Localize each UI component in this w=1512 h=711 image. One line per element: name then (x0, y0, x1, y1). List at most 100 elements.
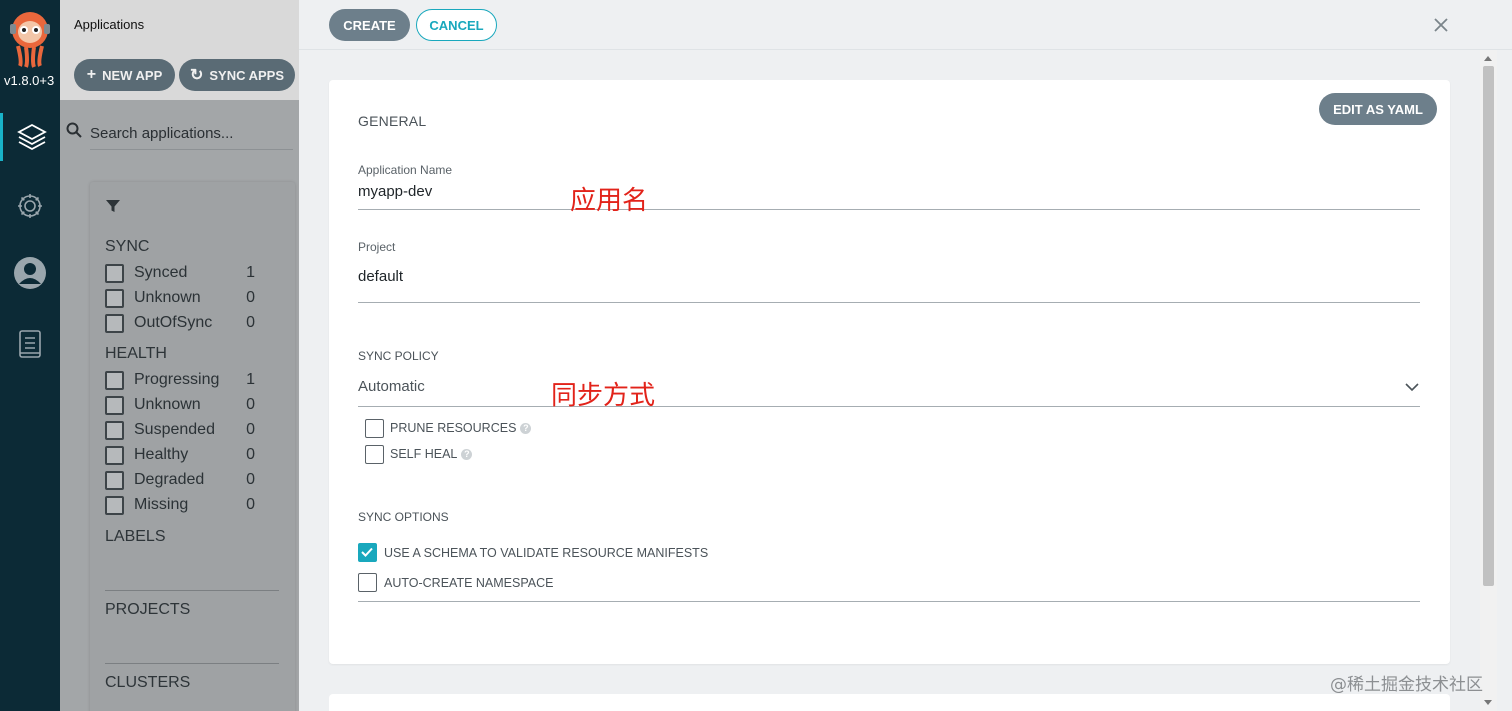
project-input[interactable]: default (358, 268, 403, 285)
help-icon[interactable]: ? (520, 422, 532, 434)
divider (105, 590, 279, 591)
scroll-down-arrow-icon[interactable] (1484, 700, 1492, 705)
filter-synced[interactable]: Synced 1 (105, 261, 255, 285)
prune-resources-checkbox[interactable] (365, 419, 384, 438)
filter-label: Healthy (134, 446, 189, 463)
nav-settings[interactable] (0, 182, 60, 230)
filter-label: Suspended (134, 421, 215, 438)
applications-header: Applications + NEW APP ↻ SYNC APPS (60, 0, 299, 100)
filter-count: 0 (246, 289, 255, 306)
general-card: EDIT AS YAML GENERAL Application Name my… (329, 80, 1450, 664)
docs-icon (19, 330, 41, 358)
projects-filter-title: PROJECTS (105, 601, 191, 618)
general-section-title: GENERAL (358, 113, 427, 129)
filter-progressing[interactable]: Progressing 1 (105, 368, 255, 392)
sync-filter-title: SYNC (105, 238, 150, 255)
input-underline (358, 209, 1420, 210)
sync-policy-select[interactable]: Automatic (358, 378, 425, 395)
filter-count: 1 (246, 371, 255, 388)
annotation-sync-policy: 同步方式 (551, 381, 656, 411)
filter-count: 0 (246, 421, 255, 438)
new-app-button[interactable]: + NEW APP (74, 59, 175, 91)
help-icon[interactable]: ? (461, 448, 473, 460)
checkbox[interactable] (105, 313, 124, 333)
health-filter-title: HEALTH (105, 345, 167, 362)
checkbox[interactable] (105, 470, 124, 490)
self-heal-checkbox[interactable] (365, 445, 384, 464)
create-button[interactable]: CREATE (329, 9, 410, 41)
filter-label: Degraded (134, 471, 205, 488)
project-label: Project (358, 240, 396, 254)
cancel-button[interactable]: CANCEL (416, 9, 497, 41)
chevron-down-icon[interactable] (1405, 380, 1419, 394)
filter-box: SYNC Synced 1 Unknown 0 OutOfSync 0 HEAL… (90, 182, 295, 711)
filter-label: Unknown (134, 289, 201, 306)
filter-label: Missing (134, 496, 189, 513)
filter-count: 0 (246, 496, 255, 513)
clusters-filter-title: CLUSTERS (105, 674, 191, 691)
check-icon (361, 547, 373, 557)
checkbox[interactable] (105, 445, 124, 465)
argo-logo[interactable] (8, 10, 52, 68)
search-icon (66, 122, 82, 138)
nav-rail: v1.8.0+3 (0, 0, 60, 711)
sync-icon: ↻ (189, 67, 204, 84)
checkbox[interactable] (105, 495, 124, 515)
user-icon (14, 257, 46, 289)
select-underline (358, 406, 1420, 407)
edit-as-yaml-button[interactable]: EDIT AS YAML (1319, 93, 1437, 125)
scrollbar[interactable] (1480, 50, 1497, 711)
self-heal-option: SELF HEAL ? (390, 447, 473, 461)
nav-applications[interactable] (0, 113, 60, 161)
page-title: Applications (74, 17, 145, 32)
filter-count: 0 (246, 471, 255, 488)
filter-count: 0 (246, 446, 255, 463)
filter-degraded[interactable]: Degraded 0 (105, 468, 255, 492)
filter-label: Progressing (134, 371, 220, 388)
layers-icon (16, 123, 47, 151)
nav-user-info[interactable] (0, 249, 60, 297)
source-card (329, 694, 1450, 711)
sync-apps-button[interactable]: ↻ SYNC APPS (179, 59, 295, 91)
search-bar (60, 110, 299, 150)
sync-apps-label: SYNC APPS (209, 67, 285, 83)
checkbox[interactable] (105, 288, 124, 308)
applications-panel: Applications + NEW APP ↻ SYNC APPS SYNC … (60, 0, 299, 711)
close-icon[interactable] (1432, 16, 1450, 34)
watermark: @稀土掘金技术社区 (1330, 675, 1483, 695)
scroll-up-arrow-icon[interactable] (1484, 56, 1492, 61)
filter-label: Synced (134, 264, 188, 281)
checkbox[interactable] (105, 395, 124, 415)
filter-health-unknown[interactable]: Unknown 0 (105, 393, 255, 417)
filter-count: 1 (246, 264, 255, 281)
self-heal-label: SELF HEAL (390, 447, 458, 461)
filter-missing[interactable]: Missing 0 (105, 493, 255, 517)
filter-sync-unknown[interactable]: Unknown 0 (105, 286, 255, 310)
panel-toolbar: CREATE CANCEL (299, 0, 1512, 50)
filter-healthy[interactable]: Healthy 0 (105, 443, 255, 467)
filter-suspended[interactable]: Suspended 0 (105, 418, 255, 442)
scrollbar-thumb[interactable] (1483, 66, 1494, 586)
validate-schema-label: USE A SCHEMA TO VALIDATE RESOURCE MANIFE… (384, 546, 709, 560)
filter-count: 0 (246, 396, 255, 413)
filter-label: Unknown (134, 396, 201, 413)
input-underline (358, 302, 1420, 303)
divider (105, 663, 279, 664)
auto-create-namespace-checkbox[interactable] (358, 573, 377, 592)
search-input[interactable] (90, 118, 293, 150)
sync-options-title: SYNC OPTIONS (358, 510, 449, 524)
new-app-label: NEW APP (102, 67, 163, 83)
nav-docs[interactable] (0, 320, 60, 368)
annotation-app-name: 应用名 (570, 186, 649, 216)
filter-label: OutOfSync (134, 314, 213, 331)
app-name-input[interactable]: myapp-dev (358, 183, 432, 200)
validate-schema-checkbox[interactable] (358, 543, 377, 562)
prune-resources-option: PRUNE RESOURCES ? (390, 421, 532, 435)
filter-icon (106, 200, 120, 212)
checkbox[interactable] (105, 370, 124, 390)
filter-outofsync[interactable]: OutOfSync 0 (105, 311, 255, 335)
app-name-label: Application Name (358, 163, 453, 177)
gear-icon (18, 194, 42, 218)
checkbox[interactable] (105, 263, 124, 283)
checkbox[interactable] (105, 420, 124, 440)
